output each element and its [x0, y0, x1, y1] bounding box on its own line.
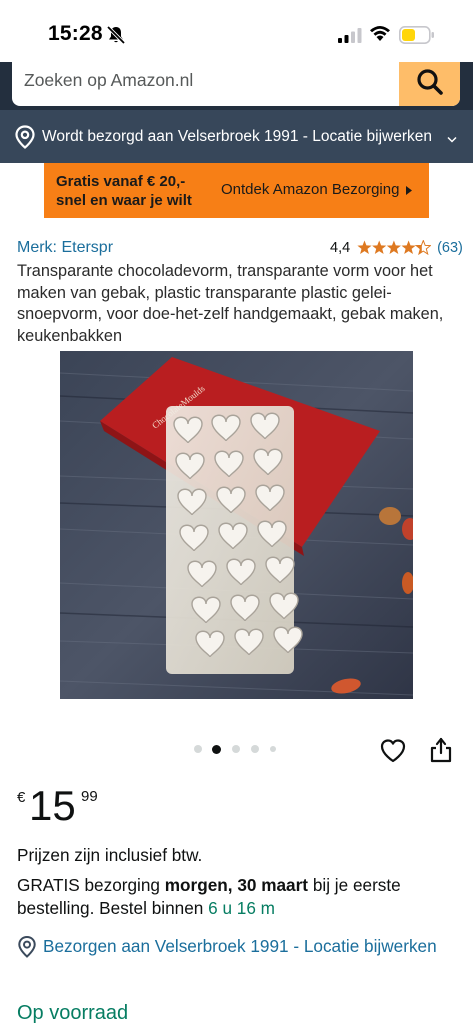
bell-slash-icon — [106, 25, 126, 45]
price-whole: 15 — [29, 782, 76, 829]
stock-status: Op voorraad — [17, 1002, 129, 1024]
carousel-dot[interactable] — [232, 745, 240, 753]
delivery-location-bar[interactable]: Wordt bezorgd aan Velserbroek 1991 - Loc… — [0, 110, 473, 163]
promo-line-1: Gratis vanaf € 20,- — [56, 173, 186, 190]
rating-value: 4,4 — [330, 239, 351, 256]
share-icon[interactable] — [429, 736, 453, 764]
brand-link[interactable]: Merk: Eterspr — [17, 239, 113, 257]
product-image[interactable]: ChocolateMoulds — [60, 351, 413, 699]
search-input[interactable]: Zoeken op Amazon.nl — [12, 62, 460, 106]
heart-icon[interactable] — [380, 738, 406, 764]
price-currency: € — [17, 789, 26, 806]
star-rating-icon[interactable] — [357, 239, 431, 256]
product-photo[interactable]: ChocolateMoulds — [60, 351, 413, 699]
wifi-icon — [370, 26, 390, 41]
signal-icon — [338, 28, 362, 43]
shipping-countdown: 6 u 16 m — [208, 898, 275, 918]
carousel-dot[interactable] — [251, 745, 259, 753]
shipping-date: morgen, 30 maart — [164, 875, 309, 895]
status-time: 15:28 — [48, 22, 103, 45]
rating-count[interactable]: (63) — [437, 240, 463, 256]
status-bar: 15:28 — [0, 0, 473, 70]
shipping-info: GRATIS bezorging morgen, 30 maart bij je… — [17, 874, 462, 920]
product-title: Transparante chocoladevorm, transparante… — [17, 262, 444, 345]
promo-headline: Gratis vanaf € 20,- snel en waar je wilt — [56, 172, 192, 210]
carousel-dot-active[interactable] — [212, 744, 221, 754]
location-pin-icon — [18, 936, 36, 958]
price-fraction: 99 — [81, 788, 98, 805]
delivery-location-text[interactable]: Wordt bezorgd aan Velserbroek 1991 - Loc… — [42, 128, 432, 146]
carousel-dot[interactable] — [194, 745, 202, 753]
shipping-prefix: GRATIS bezorging — [17, 875, 165, 895]
rating-summary[interactable]: 4,4 (63) — [330, 239, 463, 259]
location-pin-icon — [15, 125, 35, 149]
search-icon[interactable] — [415, 67, 445, 97]
chevron-down-icon[interactable] — [447, 136, 457, 144]
promo-banner[interactable]: Gratis vanaf € 20,- snel en waar je wilt… — [44, 163, 429, 218]
carousel-dot[interactable] — [270, 746, 276, 752]
promo-cta[interactable]: Ontdek Amazon Bezorging — [221, 181, 399, 198]
battery-icon — [399, 25, 434, 44]
search-placeholder[interactable]: Zoeken op Amazon.nl — [24, 70, 193, 91]
triangle-right-icon — [406, 186, 412, 195]
search-button[interactable] — [399, 62, 460, 106]
deliver-to-link[interactable]: Bezorgen aan Velserbroek 1991 - Locatie … — [43, 934, 463, 958]
search-header: Zoeken op Amazon.nl — [0, 62, 473, 110]
promo-line-2: snel en waar je wilt — [56, 192, 192, 209]
vat-notice: Prijzen zijn inclusief btw. — [17, 845, 203, 865]
